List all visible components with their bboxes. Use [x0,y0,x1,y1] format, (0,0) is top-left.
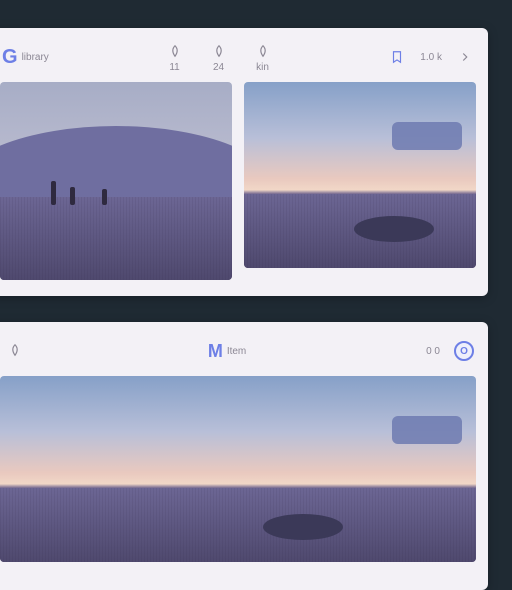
brand-block[interactable]: M Item [208,341,246,362]
view-count: 1.0 k [420,52,442,63]
image-pane-right[interactable] [244,82,476,268]
bookmark-icon[interactable] [388,48,406,66]
overlay-button[interactable] [392,416,462,444]
image-panes [0,376,488,574]
stat-label: 11 [169,62,179,73]
brand-mark: G [2,46,18,69]
stat-item[interactable]: 24 [206,42,232,73]
avatar[interactable]: O [454,341,474,361]
chevron-icon[interactable] [456,48,474,66]
image-pane[interactable] [0,376,476,562]
gallery-card-top: G library 11 24 kin [0,28,488,296]
brand-block[interactable]: G library [2,46,49,69]
avatar-initial: O [460,346,468,357]
header-actions: 0 0 O [426,341,474,361]
stat-label: kin [256,62,269,73]
leaf-icon [166,42,184,60]
image-panes [0,82,488,292]
brand-mark: M [208,341,223,362]
card-header: M Item 0 0 O [0,322,488,376]
brand-sublabel: library [22,52,49,63]
header-actions: 1.0 k [388,48,474,66]
landscape-thumbnail [244,82,476,268]
stat-label: 24 [213,62,224,73]
landscape-thumbnail [0,82,232,280]
brand-sublabel: Item [227,346,246,357]
image-pane-left[interactable] [0,82,232,280]
header-stats: 11 24 kin [162,42,276,73]
overlay-button[interactable] [392,122,462,150]
stat-item[interactable]: kin [250,42,276,73]
leaf-icon [6,341,24,359]
header-stats [2,341,28,361]
view-count: 0 0 [426,346,440,357]
gallery-card-bottom: M Item 0 0 O [0,322,488,590]
card-header: G library 11 24 kin [0,28,488,82]
landscape-thumbnail [0,376,476,562]
stat-item[interactable] [2,341,28,361]
stat-item[interactable]: 11 [162,42,188,73]
leaf-icon [254,42,272,60]
leaf-icon [210,42,228,60]
